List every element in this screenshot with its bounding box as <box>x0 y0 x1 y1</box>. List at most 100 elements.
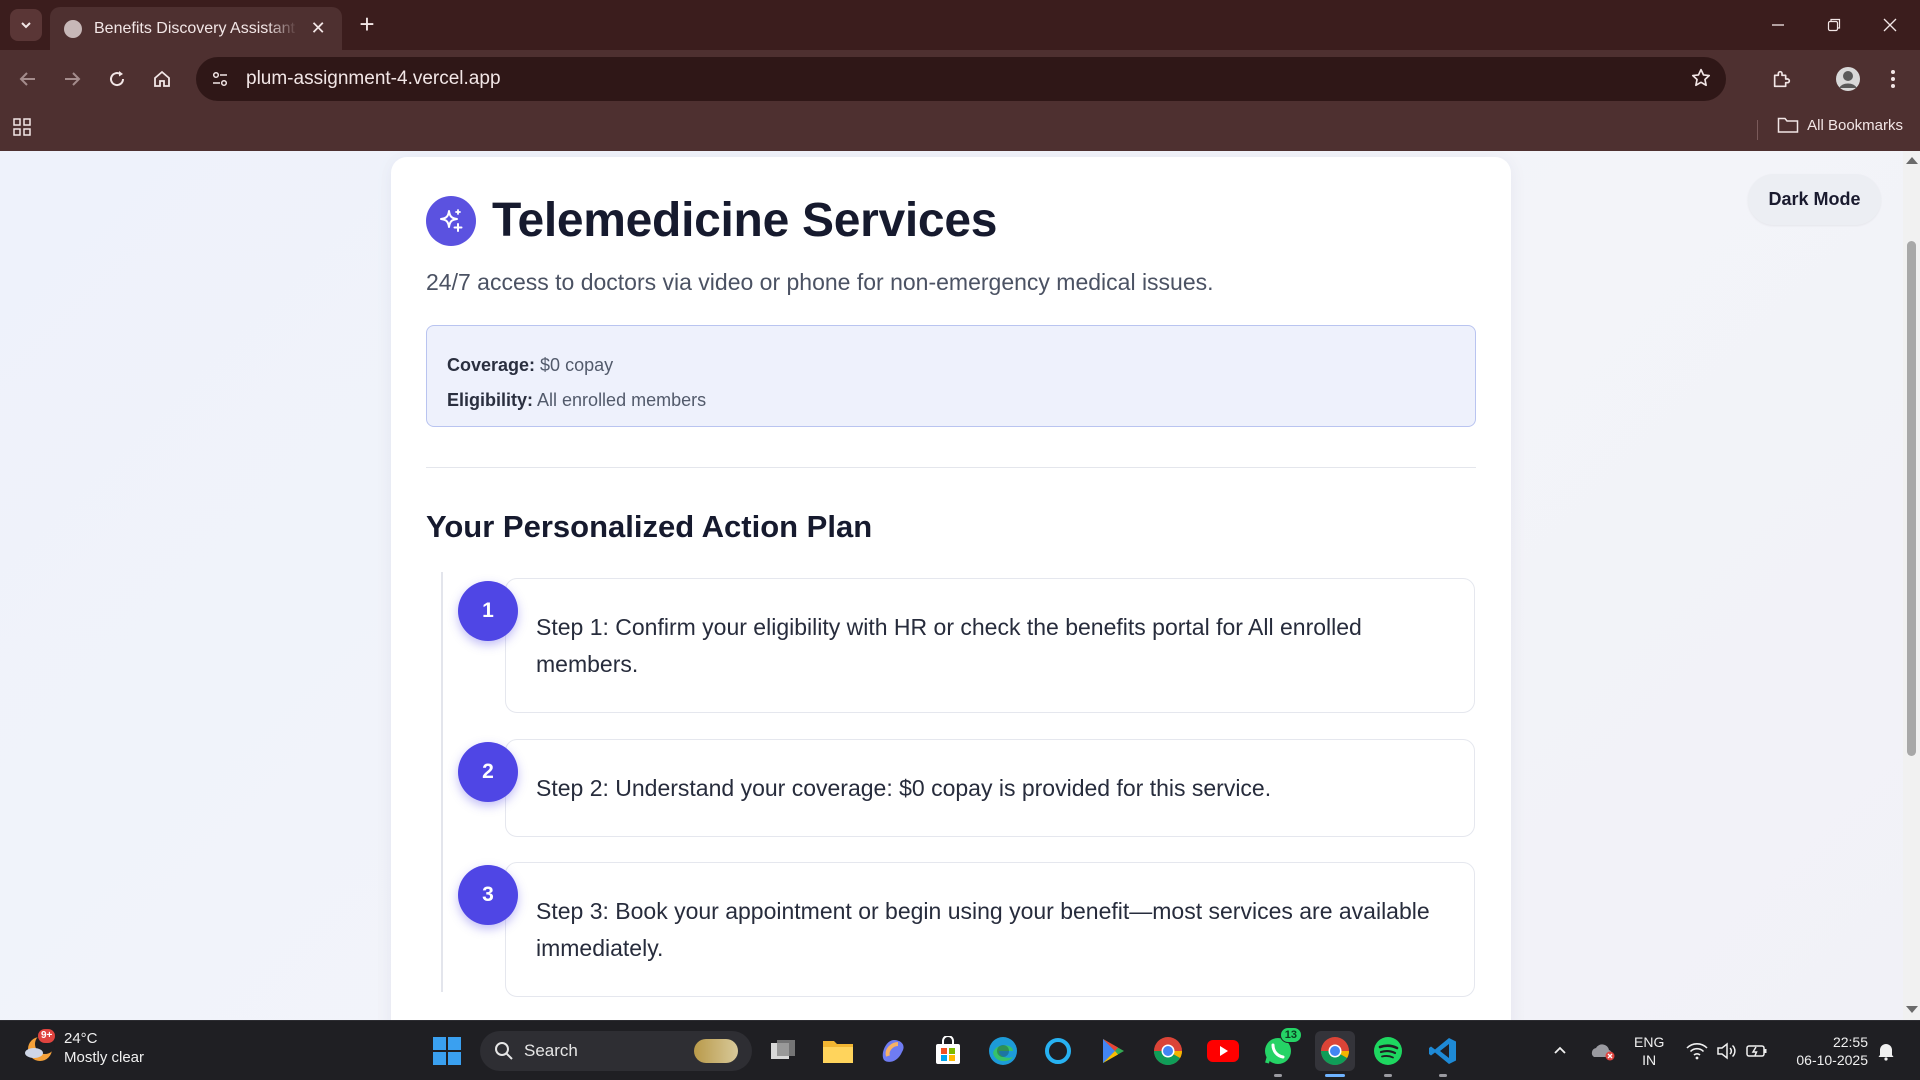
tab-benefits-assistant[interactable]: Benefits Discovery Assistant | AI ✕ <box>50 7 342 50</box>
chrome-active-icon[interactable] <box>1315 1031 1355 1077</box>
home-button[interactable] <box>142 59 182 99</box>
all-bookmarks-label: All Bookmarks <box>1807 116 1903 134</box>
windows-start-icon <box>433 1037 461 1065</box>
profile-button[interactable] <box>1828 59 1868 99</box>
coverage-line: Coverage: $0 copay <box>447 348 1455 383</box>
browser-chrome: Benefits Discovery Assistant | AI ✕ + <box>0 0 1920 151</box>
file-explorer-icon[interactable] <box>820 1033 856 1069</box>
tab-list-button[interactable] <box>10 9 42 41</box>
play-store-icon[interactable] <box>1095 1033 1131 1069</box>
close-icon[interactable]: ✕ <box>308 18 328 39</box>
all-bookmarks-button[interactable]: All Bookmarks <box>1777 116 1903 134</box>
lang-line-2: IN <box>1642 1052 1657 1068</box>
plus-icon[interactable]: + <box>352 10 382 40</box>
forward-button[interactable] <box>52 59 92 99</box>
benefit-description: 24/7 access to doctors via video or phon… <box>426 269 1214 295</box>
extensions-button[interactable] <box>1762 59 1802 99</box>
tab-title: Benefits Discovery Assistant | AI <box>94 19 298 37</box>
weather-badge: 9+ <box>38 1029 56 1043</box>
running-indicator <box>1384 1074 1392 1077</box>
clock-date: 06-10-2025 <box>1796 1052 1868 1068</box>
wifi-icon[interactable] <box>1686 1021 1708 1080</box>
extensions-icon <box>1773 70 1791 88</box>
youtube-icon[interactable] <box>1205 1033 1241 1069</box>
search-label: Search <box>524 1041 578 1060</box>
volume-icon[interactable] <box>1716 1021 1738 1080</box>
weather-text: 24°C Mostly clear <box>64 1029 144 1067</box>
running-indicator <box>1439 1074 1447 1077</box>
apps-button[interactable] <box>12 116 34 143</box>
step-text: Step 3: Book your appointment or begin u… <box>536 897 1430 961</box>
chevron-up-icon <box>1554 1046 1566 1054</box>
restore-button[interactable] <box>1806 0 1862 50</box>
action-step: Step 3: Book your appointment or begin u… <box>505 862 1475 997</box>
onedrive-icon[interactable] <box>1590 1021 1616 1080</box>
taskbar-clock[interactable]: 22:55 06-10-2025 <box>1786 1033 1868 1069</box>
star-icon <box>1691 68 1711 87</box>
search-icon <box>495 1042 513 1060</box>
dark-mode-button[interactable]: Dark Mode <box>1748 174 1881 225</box>
input-language[interactable]: ENG IN <box>1634 1033 1664 1069</box>
scroll-down-arrow[interactable] <box>1906 1006 1918 1013</box>
notifications-icon[interactable] <box>1876 1021 1896 1080</box>
url-text: plum-assignment-4.vercel.app <box>246 68 501 89</box>
sparkle-icon <box>426 195 476 246</box>
address-bar[interactable]: plum-assignment-4.vercel.app <box>196 57 1726 101</box>
running-indicator <box>1274 1074 1282 1077</box>
battery-icon[interactable] <box>1746 1021 1768 1080</box>
whatsapp-icon[interactable]: 13 <box>1260 1027 1302 1077</box>
coverage-info-box: Coverage: $0 copay Eligibility: All enro… <box>426 325 1476 427</box>
eligibility-line: Eligibility: All enrolled members <box>447 383 1455 418</box>
benefit-card: Telemedicine Services 24/7 access to doc… <box>391 157 1511 1020</box>
cortana-icon[interactable] <box>1040 1033 1076 1069</box>
task-view-icon[interactable] <box>766 1033 802 1069</box>
weather-widget[interactable]: 9+ 24°C Mostly clear <box>22 1029 144 1067</box>
spotify-icon[interactable] <box>1370 1033 1406 1077</box>
whatsapp-badge: 13 <box>1279 1027 1302 1043</box>
lang-line-1: ENG <box>1634 1034 1665 1050</box>
weather-moon-icon: 9+ <box>22 1029 56 1065</box>
store-icon[interactable] <box>930 1033 966 1069</box>
chrome-icon[interactable] <box>1150 1033 1186 1069</box>
weather-desc: Mostly clear <box>64 1049 145 1066</box>
bookmark-star-button[interactable] <box>1690 67 1712 94</box>
section-divider <box>426 467 1476 468</box>
forward-icon <box>65 72 81 86</box>
reload-icon <box>110 71 125 87</box>
page-viewport: Dark Mode Telemedicine Services 24/7 acc… <box>0 151 1903 1020</box>
eligibility-label: Eligibility: <box>447 390 534 410</box>
action-plan-title: Your Personalized Action Plan <box>426 509 873 544</box>
step-number-badge: 1 <box>458 581 518 641</box>
browser-toolbar: plum-assignment-4.vercel.app <box>0 50 1920 108</box>
bookmarks-bar: All Bookmarks <box>0 108 1920 151</box>
search-highlight-icon <box>694 1039 738 1063</box>
back-icon <box>19 72 35 86</box>
minimize-icon <box>1772 24 1784 26</box>
start-button[interactable] <box>433 1037 461 1070</box>
globe-favicon-icon <box>64 19 82 38</box>
home-icon <box>154 70 170 87</box>
taskbar-search[interactable]: Search <box>480 1031 752 1071</box>
copilot-icon[interactable] <box>875 1033 911 1069</box>
action-step: Step 2: Understand your coverage: $0 cop… <box>505 739 1475 837</box>
clock-time: 22:55 <box>1832 1034 1868 1050</box>
bookmarks-separator <box>1757 120 1758 140</box>
restore-icon <box>1827 18 1841 32</box>
scroll-up-arrow[interactable] <box>1906 157 1918 164</box>
close-window-button[interactable] <box>1862 0 1918 50</box>
minimize-button[interactable] <box>1750 0 1806 50</box>
tray-overflow-button[interactable] <box>1552 1021 1568 1080</box>
vscode-icon[interactable] <box>1425 1033 1461 1077</box>
reload-button[interactable] <box>97 59 137 99</box>
scrollbar-thumb[interactable] <box>1907 241 1916 756</box>
timeline-line <box>441 572 443 992</box>
back-button[interactable] <box>8 59 48 99</box>
site-info-button[interactable] <box>202 61 238 97</box>
windows-taskbar: 9+ 24°C Mostly clear Search 13 ENG IN 22… <box>0 1020 1920 1080</box>
page-scrollbar[interactable] <box>1903 151 1920 1020</box>
edge-icon[interactable] <box>985 1033 1021 1069</box>
browser-menu-button[interactable] <box>1873 59 1913 99</box>
site-info-icon <box>212 71 228 87</box>
tab-list-icon <box>21 22 31 29</box>
profile-icon <box>1836 67 1860 91</box>
